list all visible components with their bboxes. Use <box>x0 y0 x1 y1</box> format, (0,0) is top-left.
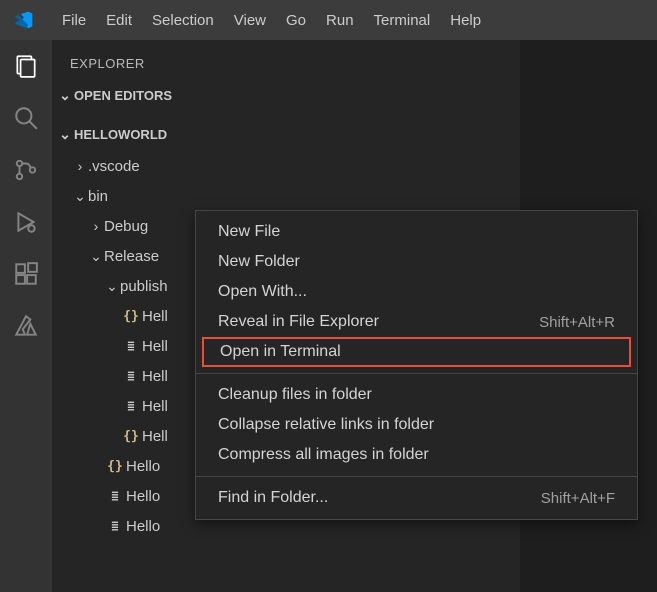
menu-view[interactable]: View <box>224 6 276 35</box>
chevron-down-icon: ⌄ <box>88 248 104 265</box>
vscode-logo-icon <box>14 10 34 30</box>
context-menu: New File New Folder Open With... Reveal … <box>195 210 638 520</box>
ctx-reveal[interactable]: Reveal in File ExplorerShift+Alt+R <box>196 307 637 337</box>
open-editors-label: OPEN EDITORS <box>74 88 172 103</box>
run-debug-icon[interactable] <box>12 208 40 236</box>
ctx-collapse[interactable]: Collapse relative links in folder <box>196 410 637 440</box>
json-icon: {} <box>120 309 142 324</box>
chevron-down-icon: ⌄ <box>72 188 88 205</box>
ctx-find-folder[interactable]: Find in Folder...Shift+Alt+F <box>196 483 637 513</box>
menu-file[interactable]: File <box>52 6 96 35</box>
extensions-icon[interactable] <box>12 260 40 288</box>
menu-help[interactable]: Help <box>440 6 491 35</box>
activitybar <box>0 40 52 592</box>
menu-edit[interactable]: Edit <box>96 6 142 35</box>
json-icon: {} <box>104 459 126 474</box>
explorer-icon[interactable] <box>12 52 40 80</box>
ctx-new-folder[interactable]: New Folder <box>196 247 637 277</box>
file-icon: ≣ <box>120 369 142 383</box>
ctx-cleanup[interactable]: Cleanup files in folder <box>196 380 637 410</box>
ctx-new-file[interactable]: New File <box>196 217 637 247</box>
file-icon: ≣ <box>120 399 142 413</box>
chevron-down-icon: ⌄ <box>104 278 120 295</box>
chevron-down-icon: ⌄ <box>56 126 74 143</box>
ctx-open-terminal[interactable]: Open in Terminal <box>202 337 631 367</box>
menubar: File Edit Selection View Go Run Terminal… <box>52 6 491 35</box>
file-icon: ≣ <box>104 489 126 503</box>
search-icon[interactable] <box>12 104 40 132</box>
source-control-icon[interactable] <box>12 156 40 184</box>
chevron-right-icon: › <box>88 218 104 234</box>
menu-go[interactable]: Go <box>276 6 316 35</box>
separator <box>196 476 637 477</box>
separator <box>196 373 637 374</box>
file-icon: ≣ <box>104 519 126 533</box>
azure-icon[interactable] <box>12 312 40 340</box>
json-icon: {} <box>120 429 142 444</box>
chevron-right-icon: › <box>72 158 88 174</box>
project-label: HELLOWORLD <box>74 127 167 142</box>
ctx-open-with[interactable]: Open With... <box>196 277 637 307</box>
menu-run[interactable]: Run <box>316 6 364 35</box>
chevron-down-icon: ⌄ <box>56 87 74 104</box>
titlebar: File Edit Selection View Go Run Terminal… <box>0 0 657 40</box>
ctx-compress[interactable]: Compress all images in folder <box>196 440 637 470</box>
file-icon: ≣ <box>120 339 142 353</box>
menu-selection[interactable]: Selection <box>142 6 224 35</box>
shortcut-label: Shift+Alt+F <box>541 490 615 507</box>
shortcut-label: Shift+Alt+R <box>539 314 615 331</box>
menu-terminal[interactable]: Terminal <box>364 6 441 35</box>
